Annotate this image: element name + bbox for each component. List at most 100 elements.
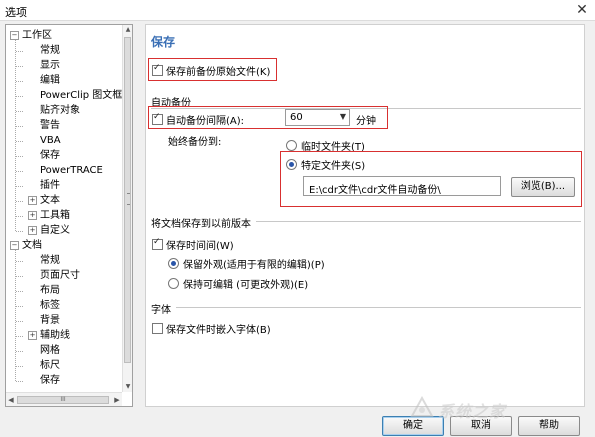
- tree-item[interactable]: + 自定义: [28, 223, 70, 238]
- radio-icon[interactable]: [286, 140, 297, 151]
- specific-folder-radio[interactable]: 特定文件夹(S): [286, 157, 365, 172]
- backup-interval-select[interactable]: 60 ▼: [285, 109, 350, 126]
- collapse-icon[interactable]: −: [10, 31, 19, 40]
- expand-icon[interactable]: +: [28, 211, 37, 220]
- checkbox-checked-icon[interactable]: [152, 112, 163, 125]
- checkbox-checked-icon[interactable]: [152, 63, 163, 76]
- title-bar: 选项 ✕: [0, 0, 595, 21]
- tree-horizontal-scrollbar[interactable]: ◀ III ▶: [6, 392, 122, 406]
- window-title: 选项: [5, 6, 27, 19]
- tree-item[interactable]: 保存: [28, 373, 60, 388]
- tree-connector: [16, 261, 23, 262]
- tree-connector: [15, 250, 16, 381]
- tree-item[interactable]: 页面尺寸: [28, 268, 80, 283]
- tree-item[interactable]: + 工具箱: [28, 208, 70, 223]
- tree-item-label: 自定义: [40, 225, 70, 236]
- checkbox-icon[interactable]: [152, 323, 163, 334]
- tree-item-label: 常规: [40, 255, 60, 266]
- tree-item-label: 工作区: [22, 30, 52, 41]
- tree-connector: [16, 291, 23, 292]
- tree-connector: [16, 321, 23, 322]
- tree-item[interactable]: 布局: [28, 283, 60, 298]
- interval-unit: 分钟: [356, 116, 376, 127]
- close-icon[interactable]: ✕: [573, 1, 591, 19]
- tree-item[interactable]: 背景: [28, 313, 60, 328]
- expand-icon[interactable]: +: [28, 196, 37, 205]
- save-time-interval-checkbox[interactable]: 保存时间间(W): [152, 237, 234, 252]
- tree-item[interactable]: 常规: [28, 43, 60, 58]
- tree-vertical-scrollbar[interactable]: ▲ ▼: [122, 25, 132, 392]
- tree-item-label: 标尺: [40, 360, 60, 371]
- watermark-logo-icon: [410, 396, 434, 417]
- radio-icon[interactable]: [168, 278, 179, 289]
- tree-connector: [16, 201, 23, 202]
- tree-item-label: 工具箱: [40, 210, 70, 221]
- tree-item-label: 插件: [40, 180, 60, 191]
- tree-item[interactable]: 显示: [28, 58, 60, 73]
- keep-editable-radio[interactable]: 保持可编辑 (可更改外观)(E): [168, 276, 308, 291]
- embed-fonts-checkbox[interactable]: 保存文件时嵌入字体(B): [152, 321, 271, 336]
- keep-editable-label: 保持可编辑 (可更改外观)(E): [183, 280, 309, 291]
- radio-selected-icon[interactable]: [286, 159, 297, 170]
- tree-item-label: 文本: [40, 195, 60, 206]
- scroll-down-icon[interactable]: ▼: [123, 382, 132, 392]
- backup-folder-path: E:\cdr文件\cdr文件自动备份\: [309, 185, 441, 196]
- tree-item[interactable]: + 辅助线: [28, 328, 70, 343]
- tree-item[interactable]: 网格: [28, 343, 60, 358]
- browse-button[interactable]: 浏览(B)...: [511, 177, 575, 197]
- tree-item[interactable]: PowerClip 图文框: [28, 88, 122, 103]
- tree-item[interactable]: + 文本: [28, 193, 60, 208]
- tree-item[interactable]: 标签: [28, 298, 60, 313]
- scroll-thumb[interactable]: [124, 37, 131, 363]
- backup-interval-value: 60: [290, 112, 303, 123]
- tree-connector: [16, 186, 23, 187]
- checkbox-checked-icon[interactable]: [152, 237, 163, 250]
- tree-item-label: 布局: [40, 285, 60, 296]
- chevron-down-icon[interactable]: ▼: [340, 112, 346, 121]
- keep-look-radio[interactable]: 保留外观(适用于有限的编辑)(P): [168, 256, 325, 271]
- tree-connector: [16, 66, 23, 67]
- tree-item[interactable]: 插件: [28, 178, 60, 193]
- auto-backup-interval-checkbox[interactable]: 自动备份间隔(A):: [152, 112, 244, 127]
- tree-connector: [16, 351, 23, 352]
- save-time-interval-label: 保存时间间(W): [166, 241, 234, 252]
- tree-item[interactable]: − 工作区: [10, 28, 52, 43]
- tree-connector: [16, 156, 23, 157]
- options-tree[interactable]: − 工作区 常规 显示 编辑 PowerClip 图文框 贴齐对象 警告 VBA 保存 PowerT…: [5, 24, 133, 407]
- expand-icon[interactable]: +: [28, 226, 37, 235]
- scroll-thumb-horizontal[interactable]: III: [17, 396, 109, 404]
- expand-icon[interactable]: +: [28, 331, 37, 340]
- tree-item-label: 网格: [40, 345, 60, 356]
- tree-item-label: 背景: [40, 315, 60, 326]
- tree-item[interactable]: 常规: [28, 253, 60, 268]
- tree-connector: [16, 171, 23, 172]
- tree-item[interactable]: PowerTRACE: [28, 163, 103, 178]
- backup-folder-path-input[interactable]: E:\cdr文件\cdr文件自动备份\: [303, 176, 501, 196]
- tree-connector: [16, 366, 23, 367]
- collapse-icon[interactable]: −: [10, 241, 19, 250]
- embed-fonts-label: 保存文件时嵌入字体(B): [166, 325, 271, 336]
- divider: [176, 307, 581, 308]
- backup-before-save-label: 保存前备份原始文件(K): [166, 67, 271, 78]
- scroll-left-icon[interactable]: ◀: [6, 393, 16, 406]
- tree-item-label: 警告: [40, 120, 60, 131]
- tree-item[interactable]: 贴齐对象: [28, 103, 80, 118]
- tree-connector: [16, 96, 23, 97]
- tree-item[interactable]: 标尺: [28, 358, 60, 373]
- tree-item[interactable]: VBA: [28, 133, 61, 148]
- tree-item[interactable]: 警告: [28, 118, 60, 133]
- watermark-text: 系统之家: [438, 402, 507, 421]
- tree-item-label: 保存: [40, 150, 60, 161]
- scroll-right-icon[interactable]: ▶: [112, 393, 122, 406]
- tree-item[interactable]: 编辑: [28, 73, 60, 88]
- watermark: 系统之家: [408, 395, 588, 421]
- backup-before-save-checkbox[interactable]: 保存前备份原始文件(K): [152, 63, 270, 78]
- scroll-up-icon[interactable]: ▲: [123, 25, 132, 35]
- radio-selected-icon[interactable]: [168, 258, 179, 269]
- tree-item-label: 辅助线: [40, 330, 70, 341]
- tree-item[interactable]: 保存: [28, 148, 60, 163]
- scroll-grip: III: [60, 396, 66, 403]
- tree-item-label: 标签: [40, 300, 60, 311]
- fonts-header: 字体: [151, 305, 171, 316]
- always-backup-to-label: 始终备份到:: [168, 137, 222, 148]
